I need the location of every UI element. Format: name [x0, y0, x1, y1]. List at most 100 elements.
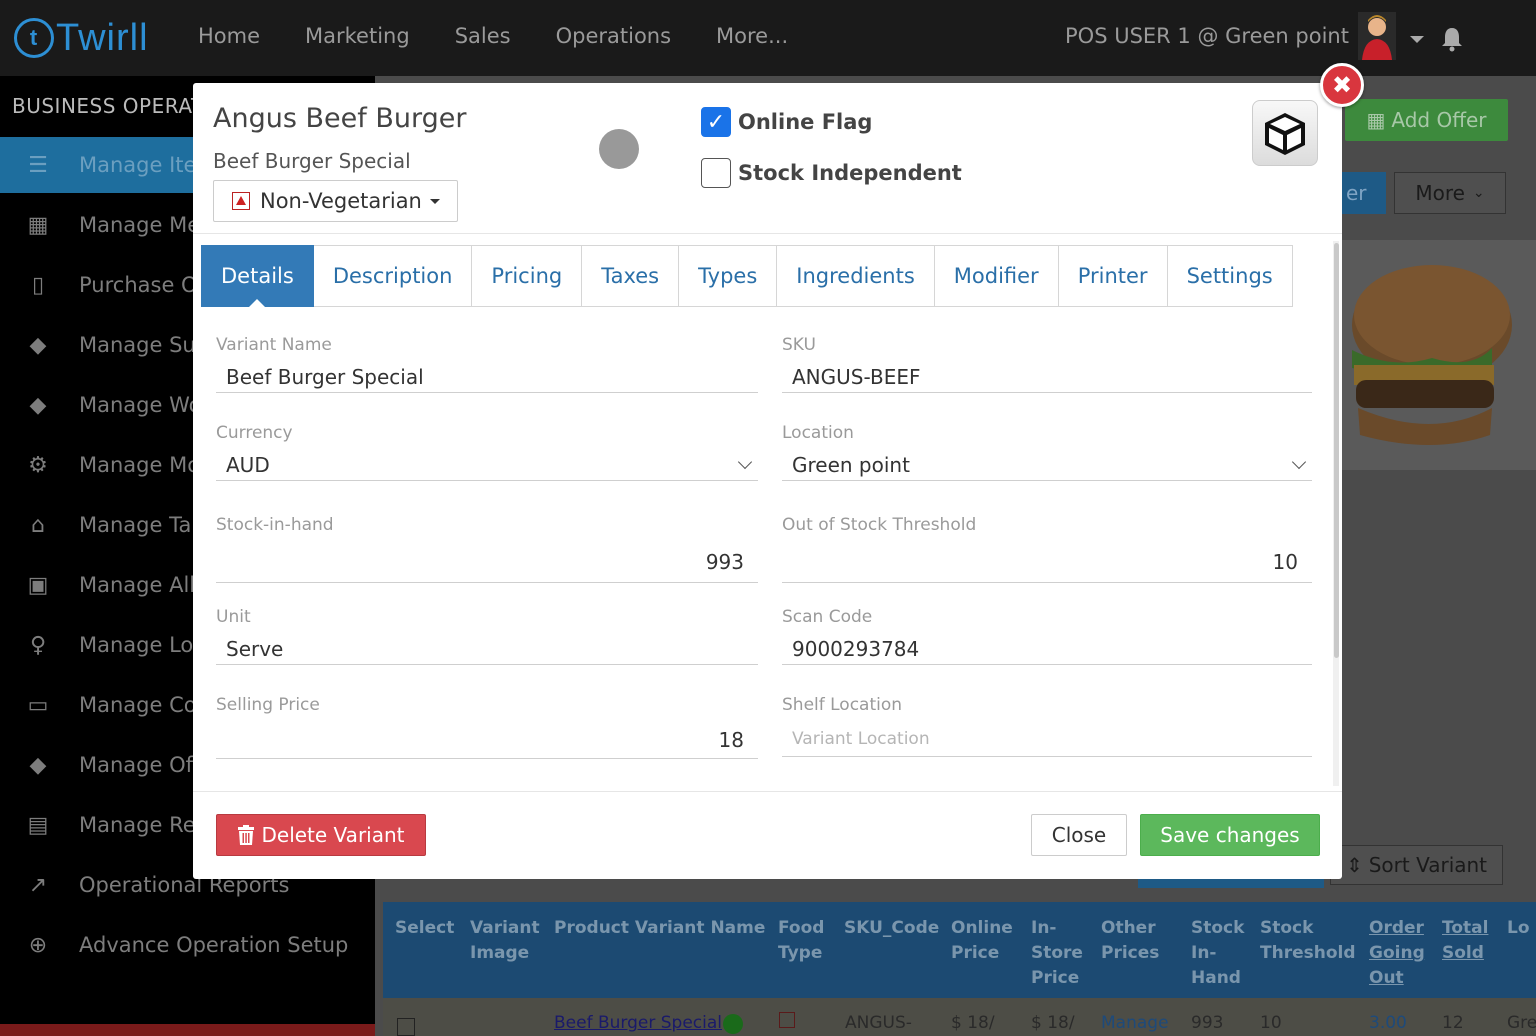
location-label: Location [782, 423, 854, 443]
shelf-location-input[interactable]: Variant Location [782, 721, 1312, 757]
tags-icon: ◆ [29, 332, 47, 358]
nav-home[interactable]: Home [198, 24, 260, 48]
sidebar-item-label: Manage Su [79, 333, 196, 357]
list-icon: ☰ [28, 152, 48, 178]
location-field: Location Green point [782, 423, 1312, 481]
logo-mark-icon: t [14, 18, 54, 58]
online-flag-checkbox[interactable]: ✓ [701, 107, 731, 137]
twirll-logo[interactable]: t Twirll [14, 14, 149, 62]
sidebar-item-label: Manage Re [79, 813, 196, 837]
currency-value: AUD [226, 452, 270, 477]
location-select[interactable]: Green point [782, 449, 1312, 481]
sku-input[interactable]: ANGUS-BEEF [782, 361, 1312, 393]
nav-marketing[interactable]: Marketing [305, 24, 410, 48]
oos-threshold-input[interactable]: 10 [782, 541, 1312, 583]
close-button[interactable]: Close [1031, 814, 1127, 856]
sidebar-item-label: Manage All [79, 573, 196, 597]
stock-in-hand-input[interactable]: 993 [216, 541, 758, 583]
row-order-out[interactable]: 3.00 [1369, 1013, 1407, 1033]
document-icon: ▯ [31, 272, 45, 298]
more-label: More [1415, 181, 1465, 205]
loyalty-icon: ♀ [29, 632, 47, 658]
sidebar-item-label: Manage Mo [79, 453, 201, 477]
contact-icon: ▤ [27, 812, 49, 838]
nav-sales[interactable]: Sales [455, 24, 511, 48]
variant-table-header: Select Variant Image Product Variant Nam… [383, 902, 1536, 998]
col-other-prices[interactable]: Other Prices [1101, 916, 1171, 966]
stock-in-hand-label: Stock-in-hand [216, 515, 334, 535]
tab-types[interactable]: Types [679, 245, 778, 307]
modal-subtitle: Beef Burger Special [213, 149, 411, 173]
scan-code-input[interactable]: 9000293784 [782, 633, 1312, 665]
nav-more[interactable]: More... [716, 24, 788, 48]
add-offer-button[interactable]: ▦ Add Offer [1345, 99, 1508, 141]
user-menu-caret-icon[interactable] [1410, 36, 1424, 43]
col-stock-in-hand: Stock In-Hand [1191, 918, 1245, 988]
non-veg-icon [779, 1012, 795, 1028]
row-select-checkbox[interactable] [397, 1018, 415, 1036]
food-type-dropdown[interactable]: Non-Vegetarian [213, 180, 458, 222]
chevron-down-icon: ⌄ [1472, 185, 1485, 201]
selling-price-input[interactable]: 18 [216, 721, 758, 759]
user-avatar-icon[interactable] [1358, 12, 1396, 60]
tab-printer[interactable]: Printer [1058, 245, 1168, 307]
tab-pricing[interactable]: Pricing [472, 245, 583, 307]
nav-operations[interactable]: Operations [556, 24, 671, 48]
currency-select[interactable]: AUD [216, 449, 758, 481]
user-label[interactable]: POS USER 1 @ Green point [1065, 24, 1349, 48]
unit-input[interactable]: Serve [216, 633, 758, 665]
top-navbar: t Twirll Home Marketing Sales Operations… [0, 0, 1536, 76]
tab-settings[interactable]: Settings [1167, 245, 1293, 307]
tab-taxes[interactable]: Taxes [582, 245, 680, 307]
bell-icon[interactable] [1440, 26, 1464, 52]
online-flag-row: ✓ Online Flag [701, 107, 872, 137]
oos-threshold-field: Out of Stock Threshold 10 [782, 515, 1312, 583]
stock-independent-label: Stock Independent [738, 161, 962, 185]
shelf-location-field: Shelf Location Variant Location [782, 695, 1312, 757]
variant-name-label: Variant Name [216, 335, 332, 355]
trash-icon [238, 825, 255, 845]
close-modal-icon[interactable]: ✖ [1320, 63, 1364, 107]
partial-blue-button[interactable]: er [1340, 172, 1386, 214]
image-icon: ▣ [27, 572, 49, 598]
edit-variant-modal: Angus Beef Burger Beef Burger Special No… [193, 83, 1342, 879]
row-threshold: 10 [1260, 1013, 1282, 1033]
selling-price-field: Selling Price 18 [216, 695, 758, 759]
currency-field: Currency AUD [216, 423, 758, 481]
header-divider [193, 233, 1342, 234]
variant-name-input[interactable]: Beef Burger Special [216, 361, 758, 393]
manage-prices-link[interactable]: Manage [1101, 1013, 1169, 1033]
non-veg-icon [232, 192, 250, 210]
main-nav: Home Marketing Sales Operations More... [198, 24, 833, 48]
variant-name-link[interactable]: Beef Burger Special [554, 1013, 722, 1033]
col-total-sold[interactable]: Total Sold [1442, 916, 1488, 966]
scrollbar-thumb[interactable] [1334, 243, 1339, 658]
col-order-going-out[interactable]: Order Going Out [1369, 916, 1425, 991]
logo-text: Twirll [56, 16, 149, 59]
tab-modifier[interactable]: Modifier [934, 245, 1059, 307]
currency-label: Currency [216, 423, 293, 443]
save-changes-button[interactable]: Save changes [1140, 814, 1320, 856]
status-indicator [599, 129, 639, 169]
sidebar-footer-bar [0, 1024, 375, 1036]
cube-icon[interactable] [1252, 100, 1318, 166]
stock-independent-checkbox[interactable] [701, 158, 731, 188]
delete-variant-button[interactable]: Delete Variant [216, 814, 426, 856]
more-button[interactable]: More ⌄ [1394, 172, 1506, 214]
sidebar-item-label: Manage Ite [79, 153, 197, 177]
delete-variant-label: Delete Variant [261, 823, 405, 847]
tab-description[interactable]: Description [313, 245, 473, 307]
sidebar-item-advance-operation-setup[interactable]: ⊕ Advance Operation Setup [0, 917, 375, 973]
col-sku-code: SKU_Code [844, 918, 940, 938]
sort-variant-button[interactable]: ⇕ Sort Variant [1330, 845, 1503, 885]
modal-tabs: Details Description Pricing Taxes Types … [201, 245, 1293, 307]
tab-ingredients[interactable]: Ingredients [777, 245, 935, 307]
tags-icon: ◆ [29, 752, 47, 778]
sidebar-item-label: Manage Wo [79, 393, 202, 417]
sidebar-item-label: Manage Me [79, 213, 201, 237]
shelf-location-label: Shelf Location [782, 695, 903, 715]
tab-details[interactable]: Details [201, 245, 314, 307]
col-stock-threshold: Stock Threshold [1260, 918, 1356, 963]
sidebar-heading: BUSINESS OPERAT [12, 94, 204, 118]
chevron-down-icon [1291, 454, 1307, 469]
